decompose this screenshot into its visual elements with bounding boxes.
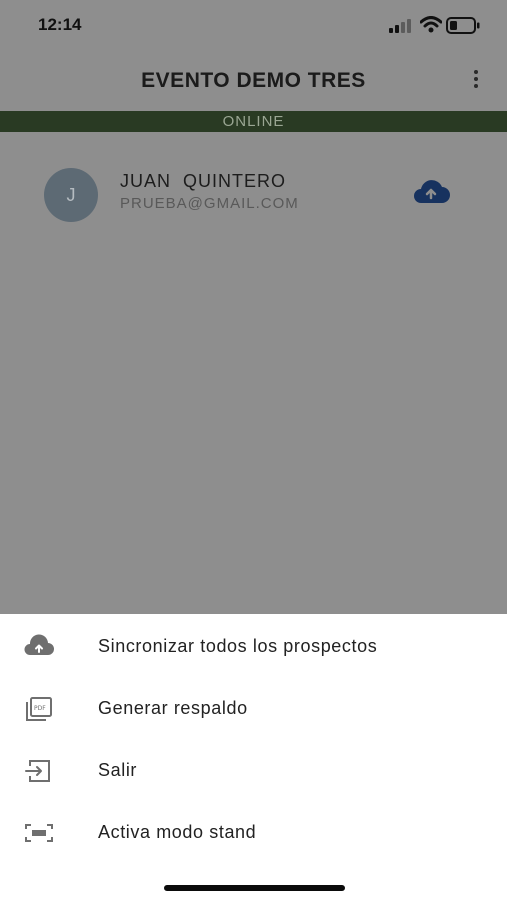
menu-item-stand-mode[interactable]: Activa modo stand [0,808,507,858]
pdf-icon: PDF [26,697,52,721]
more-options-button[interactable] [471,70,481,92]
svg-text:PDF: PDF [34,705,46,712]
menu-item-backup[interactable]: PDF Generar respaldo [0,684,507,734]
status-bar: 12:14 [0,0,507,52]
more-vertical-icon [474,70,478,74]
cloud-upload-icon[interactable] [411,177,451,207]
menu-item-sync-all[interactable]: Sincronizar todos los prospectos [0,622,507,672]
wifi-icon [420,16,442,33]
status-time: 12:14 [38,15,82,34]
menu-item-label: Generar respaldo [98,698,248,718]
connection-status-bar: ONLINE [0,111,507,132]
status-icons [389,14,489,38]
logout-icon [25,760,50,782]
avatar: J [44,168,98,222]
home-indicator[interactable] [164,885,345,891]
battery-icon [446,17,480,34]
cloud-upload-icon [24,634,54,655]
menu-item-label: Salir [98,760,138,780]
menu-item-logout[interactable]: Salir [0,746,507,796]
contact-email: PRUEBA@GMAIL.COM [120,195,299,212]
page-title: EVENTO DEMO TRES [141,69,366,92]
contact-name: JUAN QUINTERO [120,171,287,191]
bottom-sheet-menu: Sincronizar todos los prospectos PDF Gen… [0,614,507,900]
stand-mode-icon [25,824,53,842]
app-header: EVENTO DEMO TRES [0,52,507,110]
menu-item-label: Sincronizar todos los prospectos [98,636,378,656]
signal-icon [389,19,411,33]
contact-list-item[interactable]: J JUAN QUINTERO PRUEBA@GMAIL.COM [0,164,507,222]
menu-item-label: Activa modo stand [98,822,257,842]
